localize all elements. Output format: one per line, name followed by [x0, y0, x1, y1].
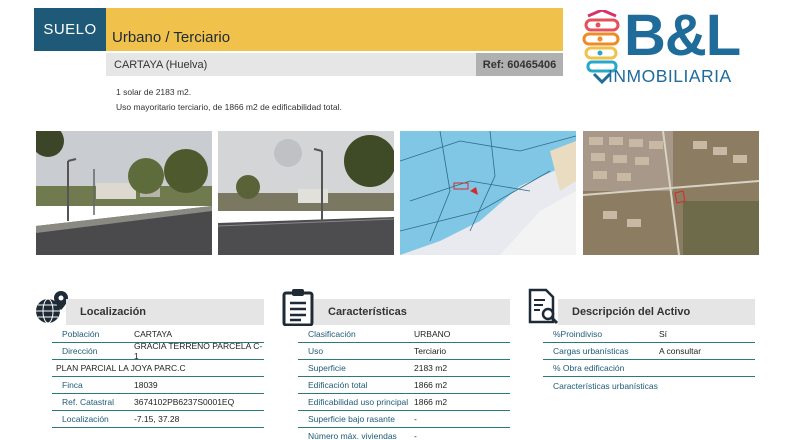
location-bar: CARTAYA (Huelva): [106, 53, 476, 76]
caracteristicas-row: Clasificación URBANO: [298, 326, 510, 343]
caracteristicas-row: Superficie 2183 m2: [298, 360, 510, 377]
activo-row: % Obra edificación: [543, 360, 755, 377]
reference-badge: Ref: 60465406: [476, 53, 563, 76]
activo-row: Cargas urbanísticas A consultar: [543, 343, 755, 360]
activo-header: Descripción del Activo: [558, 299, 755, 325]
clipboard-icon: [282, 289, 314, 326]
globe-location-icon: [36, 291, 68, 324]
caracteristicas-header: Características: [314, 299, 510, 325]
aerial-photo: [583, 131, 759, 255]
street-photo-1: [36, 131, 212, 255]
caracteristicas-row: Edificación total 1866 m2: [298, 377, 510, 394]
property-title: Urbano / Terciario: [106, 8, 563, 51]
description-line-1: 1 solar de 2183 m2.: [116, 87, 192, 97]
company-logo: B&L INMOBILIARIA: [578, 3, 778, 90]
localizacion-row: Ref. Catastral 3674102PB6237S0001EQ: [52, 394, 264, 411]
caracteristicas-row: Edificabilidad uso principal 1866 m2: [298, 394, 510, 411]
zoning-map: [400, 131, 576, 255]
localizacion-row: Dirección GRACIA TERRENO PARCELA C-1: [52, 341, 264, 361]
description-line-2: Uso mayoritario terciario, de 1866 m2 de…: [116, 102, 342, 112]
activo-row: %Proindiviso Sí: [543, 326, 755, 343]
logo-brand: B&L: [624, 3, 741, 68]
street-photo-2: [218, 131, 394, 255]
caracteristicas-row: Uso Terciario: [298, 343, 510, 360]
caracteristicas-row: Superficie bajo rasante -: [298, 411, 510, 428]
caracteristicas-row: Número máx. viviendas -: [298, 428, 510, 440]
localizacion-header: Localización: [66, 299, 264, 325]
localizacion-row: PLAN PARCIAL LA JOYA PARC.C: [52, 360, 264, 377]
localizacion-row: Finca 18039: [52, 377, 264, 394]
activo-row: Características urbanísticas: [553, 380, 658, 391]
localizacion-row: Localización -7.15, 37.28: [52, 411, 264, 428]
logo-subtitle: INMOBILIARIA: [608, 66, 732, 86]
category-tag: SUELO: [34, 8, 106, 51]
document-search-icon: [528, 288, 559, 325]
